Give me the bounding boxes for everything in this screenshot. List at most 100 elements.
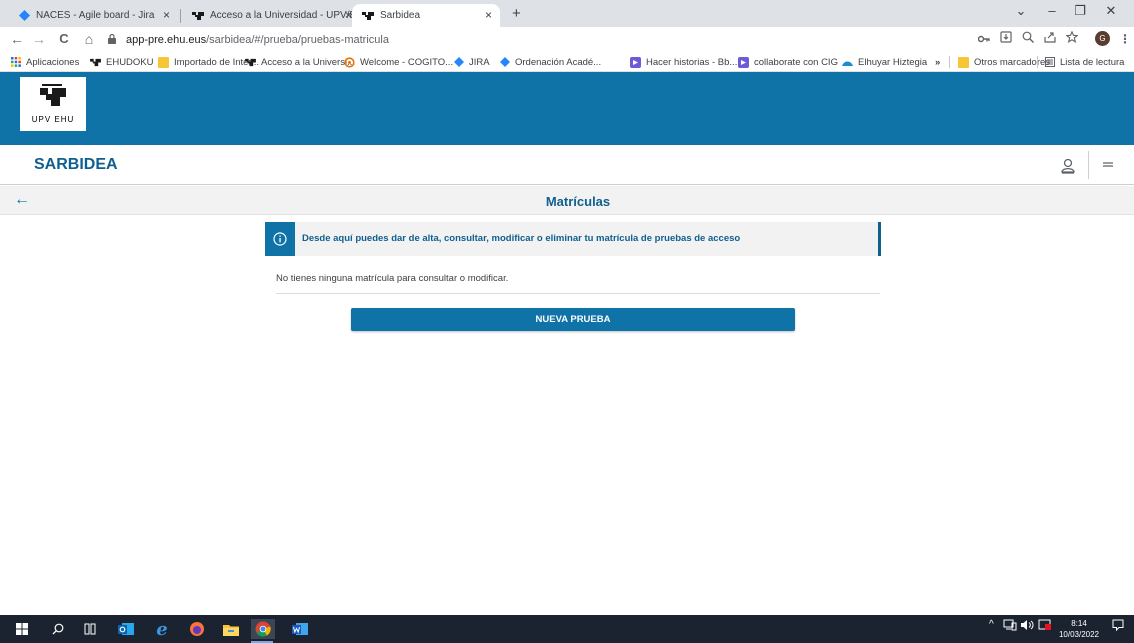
close-window-button[interactable]: ✕ bbox=[1097, 3, 1125, 19]
home-button[interactable]: ⌂ bbox=[80, 30, 98, 48]
upv-ehu-emblem-icon bbox=[40, 84, 66, 106]
notification-badge-icon[interactable] bbox=[1038, 619, 1052, 634]
bookmark-elhuyar[interactable]: Elhuyar Hiztegia bbox=[842, 55, 927, 69]
empty-state-message: No tienes ninguna matrícula para consult… bbox=[276, 273, 509, 284]
cogito-icon bbox=[344, 56, 355, 68]
tab-sarbidea[interactable]: Sarbidea × bbox=[352, 4, 500, 27]
appbar-divider bbox=[1088, 151, 1089, 179]
divider bbox=[276, 293, 880, 294]
nueva-prueba-button[interactable]: NUEVA PRUEBA bbox=[351, 308, 795, 331]
upv-ehu-logo[interactable]: UPV EHU bbox=[20, 77, 86, 131]
app-bar: SARBIDEA bbox=[0, 145, 1134, 185]
word-icon[interactable] bbox=[290, 619, 310, 639]
upv-ehu-icon bbox=[245, 57, 256, 68]
jira-icon bbox=[18, 10, 30, 22]
reading-list-icon bbox=[1044, 57, 1055, 68]
tab-separator bbox=[180, 9, 181, 23]
new-tab-button[interactable]: + bbox=[512, 5, 521, 22]
clock-date: 10/03/2022 bbox=[1058, 630, 1100, 639]
tab-title: Acceso a la Universidad - UPV/EH bbox=[210, 10, 360, 21]
lock-icon bbox=[108, 33, 120, 46]
bookmark-separator bbox=[949, 56, 950, 68]
tab-acceso-universidad[interactable]: Acceso a la Universidad - UPV/EH × bbox=[182, 4, 360, 27]
edge-icon[interactable]: e bbox=[152, 619, 172, 640]
close-icon[interactable]: × bbox=[345, 8, 352, 22]
bookmark-ordenacion[interactable]: Ordenación Acadé... bbox=[499, 55, 601, 69]
close-icon[interactable]: × bbox=[485, 8, 492, 22]
bookmark-ehudoku[interactable]: EHUDOKU bbox=[90, 55, 154, 69]
blackboard-icon bbox=[630, 56, 641, 68]
url-host: app-pre.ehu.eus bbox=[126, 33, 207, 46]
task-view-icon[interactable] bbox=[80, 619, 100, 639]
tray-chevron-icon[interactable]: ^ bbox=[989, 619, 994, 630]
elhuyar-icon bbox=[842, 57, 853, 68]
star-icon[interactable] bbox=[1063, 30, 1081, 47]
outlook-icon[interactable] bbox=[116, 619, 136, 639]
bookmark-importado[interactable]: Importado de Inter... bbox=[158, 55, 259, 69]
file-explorer-icon[interactable] bbox=[221, 619, 241, 639]
bookmark-label: collaborate con CIG bbox=[754, 56, 838, 68]
folder-icon bbox=[158, 56, 169, 68]
jira-icon bbox=[453, 57, 464, 68]
bookmark-acceso-universidad[interactable]: Acceso a la Universi... bbox=[245, 55, 355, 69]
bookmark-aplicaciones[interactable]: Aplicaciones bbox=[10, 55, 79, 69]
blackboard-icon bbox=[738, 56, 749, 68]
close-icon[interactable]: × bbox=[163, 8, 170, 22]
upv-ehu-icon bbox=[90, 57, 101, 68]
search-icon[interactable] bbox=[48, 619, 68, 639]
bookmark-label: Acceso a la Universi... bbox=[261, 56, 355, 68]
folder-icon bbox=[958, 56, 969, 68]
tab-title: NACES - Agile board - Jira bbox=[36, 10, 155, 21]
page-header: ← Matrículas bbox=[0, 186, 1134, 215]
chrome-icon[interactable] bbox=[251, 619, 275, 639]
bookmarks-overflow-button[interactable]: » bbox=[935, 55, 940, 69]
share-icon[interactable] bbox=[1041, 31, 1059, 47]
bookmark-separator bbox=[1037, 56, 1038, 68]
install-icon[interactable] bbox=[997, 31, 1015, 47]
windows-taskbar: e ^ bbox=[0, 615, 1134, 643]
back-button[interactable]: ← bbox=[8, 30, 26, 48]
minimize-button[interactable]: – bbox=[1038, 3, 1066, 18]
tab-jira[interactable]: NACES - Agile board - Jira × bbox=[8, 4, 178, 27]
reading-list-button[interactable]: Lista de lectura bbox=[1044, 55, 1124, 69]
volume-icon[interactable] bbox=[1020, 619, 1034, 634]
system-clock[interactable]: 8:14 10/03/2022 bbox=[1056, 615, 1102, 643]
hamburger-menu-icon[interactable] bbox=[1100, 157, 1116, 173]
browser-menu-button[interactable]: ⋮ bbox=[1116, 31, 1134, 47]
user-icon[interactable] bbox=[1058, 156, 1078, 176]
info-message: Desde aquí puedes dar de alta, consultar… bbox=[302, 233, 741, 244]
tab-title: Sarbidea bbox=[380, 10, 421, 21]
app-title[interactable]: SARBIDEA bbox=[34, 156, 118, 174]
address-bar[interactable]: app-pre.ehu.eus/sarbidea/#/prueba/prueba… bbox=[108, 29, 968, 50]
bookmark-label: Hacer historias - Bb... bbox=[646, 56, 738, 68]
jira-icon bbox=[499, 57, 510, 68]
key-icon[interactable] bbox=[975, 31, 993, 47]
bookmark-label: EHUDOKU bbox=[106, 56, 154, 68]
upv-ehu-icon bbox=[362, 10, 374, 22]
network-icon[interactable] bbox=[1003, 619, 1017, 634]
bookmark-label: Aplicaciones bbox=[26, 56, 80, 68]
url-path: /sarbidea/#/prueba/pruebas-matricula bbox=[206, 33, 389, 46]
windows-start-icon[interactable] bbox=[12, 619, 32, 639]
upv-ehu-icon bbox=[192, 10, 204, 22]
profile-avatar[interactable]: G bbox=[1095, 31, 1110, 46]
bookmark-label: Lista de lectura bbox=[1060, 56, 1125, 68]
bookmark-label: Ordenación Acadé... bbox=[515, 56, 602, 68]
tab-search-button[interactable]: ⌄ bbox=[1007, 3, 1035, 19]
info-banner: Desde aquí puedes dar de alta, consultar… bbox=[265, 222, 881, 256]
bookmark-label: Welcome - COGITO... bbox=[360, 56, 454, 68]
zoom-icon[interactable] bbox=[1019, 31, 1037, 47]
firefox-icon[interactable] bbox=[187, 619, 207, 639]
bookmark-label: JIRA bbox=[469, 56, 490, 68]
bookmark-cogito[interactable]: Welcome - COGITO... bbox=[344, 55, 453, 69]
reload-button[interactable]: C bbox=[55, 30, 73, 48]
forward-button[interactable]: → bbox=[30, 30, 48, 48]
browser-toolbar: ← → C ⌂ app-pre.ehu.eus/sarbidea/#/prueb… bbox=[0, 27, 1134, 52]
restore-button[interactable]: ❐ bbox=[1066, 3, 1094, 19]
bookmarks-bar: Aplicaciones EHUDOKU Importado de Inter.… bbox=[0, 52, 1134, 72]
bookmark-label: Elhuyar Hiztegia bbox=[858, 56, 928, 68]
bookmark-hacer-historias[interactable]: Hacer historias - Bb... bbox=[630, 55, 737, 69]
bookmark-jira[interactable]: JIRA bbox=[453, 55, 490, 69]
action-center-icon[interactable] bbox=[1112, 619, 1124, 634]
bookmark-collaborate[interactable]: collaborate con CIG bbox=[738, 55, 838, 69]
